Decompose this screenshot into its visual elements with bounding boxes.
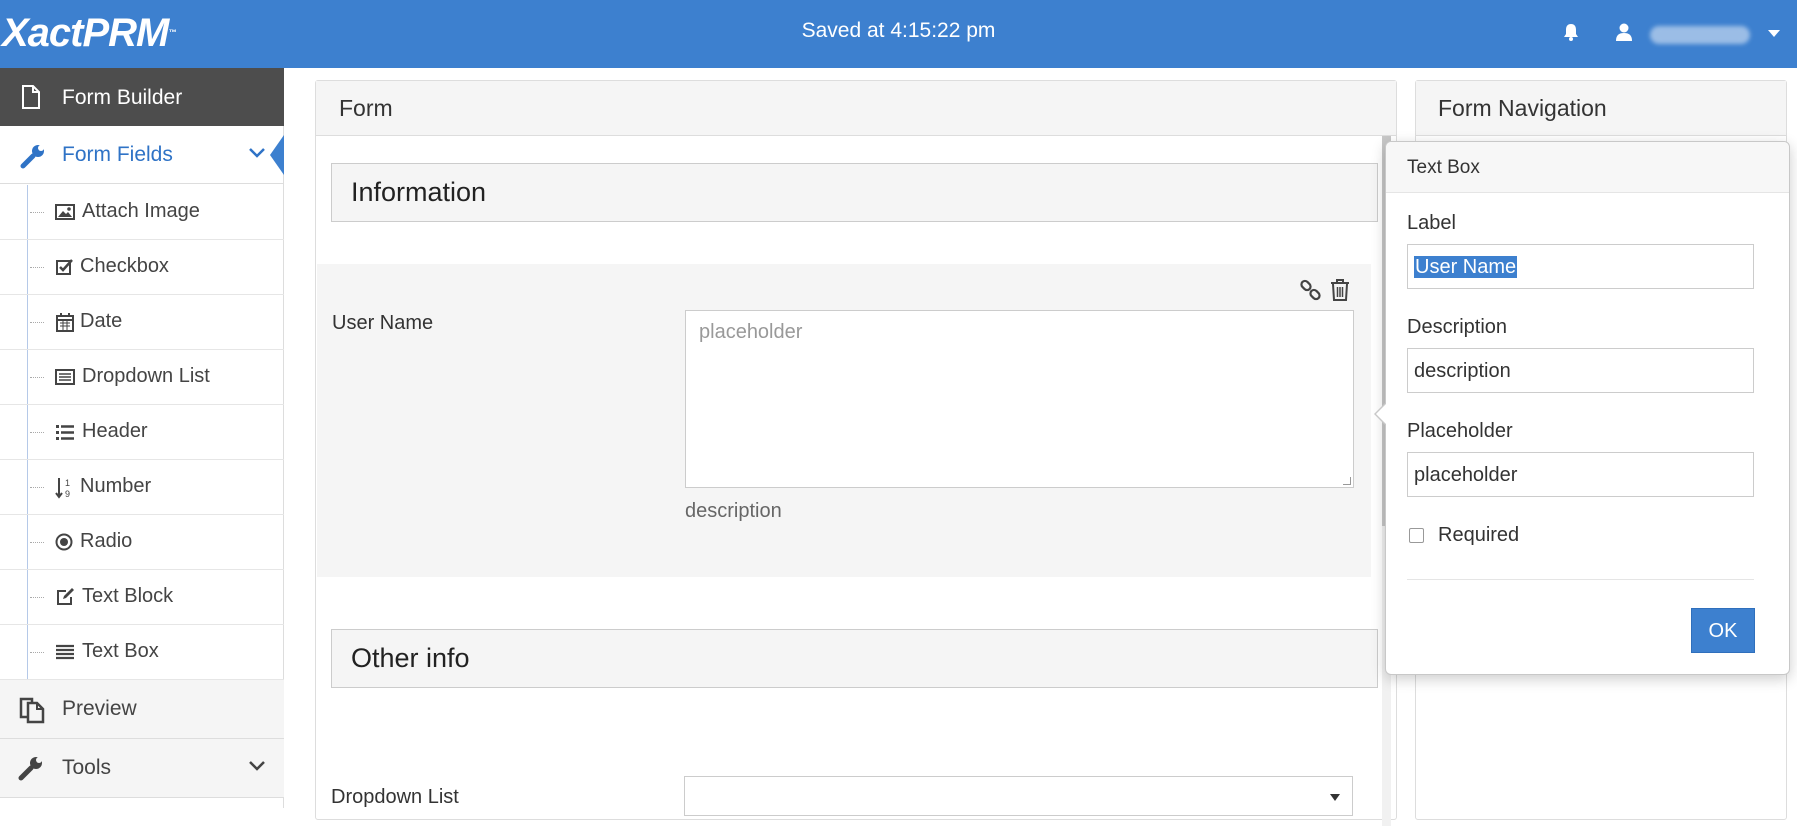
field-type-dropdown-list[interactable]: Dropdown List (0, 350, 284, 405)
label-input-value: User Name (1414, 256, 1518, 278)
section-header-information[interactable]: Information (331, 163, 1378, 222)
field-type-date[interactable]: Date (0, 295, 284, 350)
chevron-down-icon (248, 759, 266, 777)
field-type-text-block[interactable]: Text Block (0, 570, 284, 625)
description-input[interactable]: description (1407, 348, 1754, 393)
label-input[interactable]: User Name (1407, 244, 1754, 289)
sidebar-item-label: Tools (62, 756, 112, 779)
field-type-label: Number (80, 475, 152, 497)
popover-title: Text Box (1407, 157, 1480, 178)
label-field-label: Label (1407, 212, 1456, 234)
user-name-textarea[interactable]: placeholder (685, 310, 1354, 488)
field-label: User Name (332, 312, 434, 334)
form-navigation-title: Form Navigation (1438, 95, 1607, 121)
field-type-checkbox[interactable]: Checkbox (0, 240, 284, 295)
svg-text:1: 1 (65, 478, 70, 488)
field-type-radio[interactable]: Radio (0, 515, 284, 570)
field-type-label: Date (80, 310, 123, 332)
field-type-label: Text Block (82, 585, 174, 607)
wrench-icon (20, 143, 46, 174)
trash-icon[interactable] (1329, 278, 1351, 307)
text-box-popover: Text Box Label User Name Description des… (1374, 141, 1790, 675)
user-menu-caret-icon[interactable] (1768, 30, 1780, 37)
copy-icon (18, 696, 46, 729)
field-type-header[interactable]: Header (0, 405, 284, 460)
textarea-placeholder: placeholder (699, 321, 803, 343)
field-type-label: Dropdown List (82, 365, 210, 387)
sidebar-item-label: Preview (62, 697, 137, 720)
field-description: description (685, 500, 782, 522)
form-navigation-header: Form Navigation (1416, 81, 1786, 136)
sidebar-item-label: Form Builder (62, 86, 183, 109)
description-input-value: description (1414, 360, 1511, 382)
save-status: Saved at 4:15:22 pm (801, 19, 996, 42)
field-type-label: Radio (80, 530, 133, 552)
required-label: Required (1438, 524, 1520, 546)
user-icon[interactable] (1614, 22, 1634, 47)
dropdown-field-label: Dropdown List (331, 786, 459, 808)
sidebar-item-tools[interactable]: Tools (0, 739, 284, 798)
top-bar: XactPRM™ Saved at 4:15:22 pm (0, 0, 1797, 68)
lines-icon (55, 642, 75, 662)
popover-divider (1407, 579, 1754, 580)
section-title: Information (351, 177, 487, 207)
popover-header: Text Box (1386, 142, 1789, 193)
bell-icon[interactable] (1561, 22, 1581, 47)
sidebar-item-form-builder[interactable]: Form Builder (0, 68, 284, 126)
svg-text:9: 9 (65, 489, 70, 499)
field-type-label: Header (82, 420, 148, 442)
radio-icon (55, 532, 75, 552)
list-icon (55, 422, 75, 442)
field-type-label: Attach Image (82, 200, 200, 222)
section-title: Other info (351, 643, 470, 673)
dropdown-select[interactable] (684, 776, 1353, 816)
list-box-icon (55, 367, 75, 387)
wrench-icon (18, 755, 44, 786)
active-pointer (270, 135, 284, 175)
field-type-label: Text Box (82, 640, 159, 662)
dropdown-arrow-icon (1330, 794, 1340, 801)
field-type-label: Checkbox (80, 255, 169, 277)
sort-numeric-icon: 19 (55, 477, 75, 499)
ok-button[interactable]: OK (1691, 608, 1755, 653)
chevron-down-icon (248, 146, 266, 164)
required-checkbox[interactable] (1409, 528, 1424, 543)
placeholder-input[interactable]: placeholder (1407, 452, 1754, 497)
file-icon (20, 85, 42, 114)
checkbox-icon (55, 257, 75, 277)
sidebar-item-preview[interactable]: Preview (0, 680, 284, 739)
sidebar-item-label: Form Fields (62, 143, 173, 166)
field-type-attach-image[interactable]: Attach Image (0, 185, 284, 240)
form-panel-header: Form (316, 81, 1396, 136)
sidebar: Form Builder Form Fields Attach Image Ch… (0, 68, 284, 808)
resize-handle[interactable] (1343, 477, 1351, 485)
sidebar-item-form-fields[interactable]: Form Fields (0, 126, 284, 184)
placeholder-input-value: placeholder (1414, 464, 1518, 486)
field-type-number[interactable]: 19 Number (0, 460, 284, 515)
calendar-icon (55, 312, 75, 332)
image-icon (55, 202, 75, 222)
placeholder-field-label: Placeholder (1407, 420, 1513, 442)
user-name-blurred[interactable] (1650, 26, 1750, 44)
field-block-user-name[interactable]: User Name placeholder description (317, 264, 1371, 577)
edit-icon (55, 587, 75, 607)
section-header-other-info[interactable]: Other info (331, 629, 1378, 688)
form-panel-title: Form (339, 95, 393, 121)
description-field-label: Description (1407, 316, 1508, 338)
form-panel: Form Information User Name placeholder d… (315, 80, 1397, 826)
link-icon[interactable] (1299, 278, 1323, 307)
field-type-text-box[interactable]: Text Box (0, 625, 284, 680)
